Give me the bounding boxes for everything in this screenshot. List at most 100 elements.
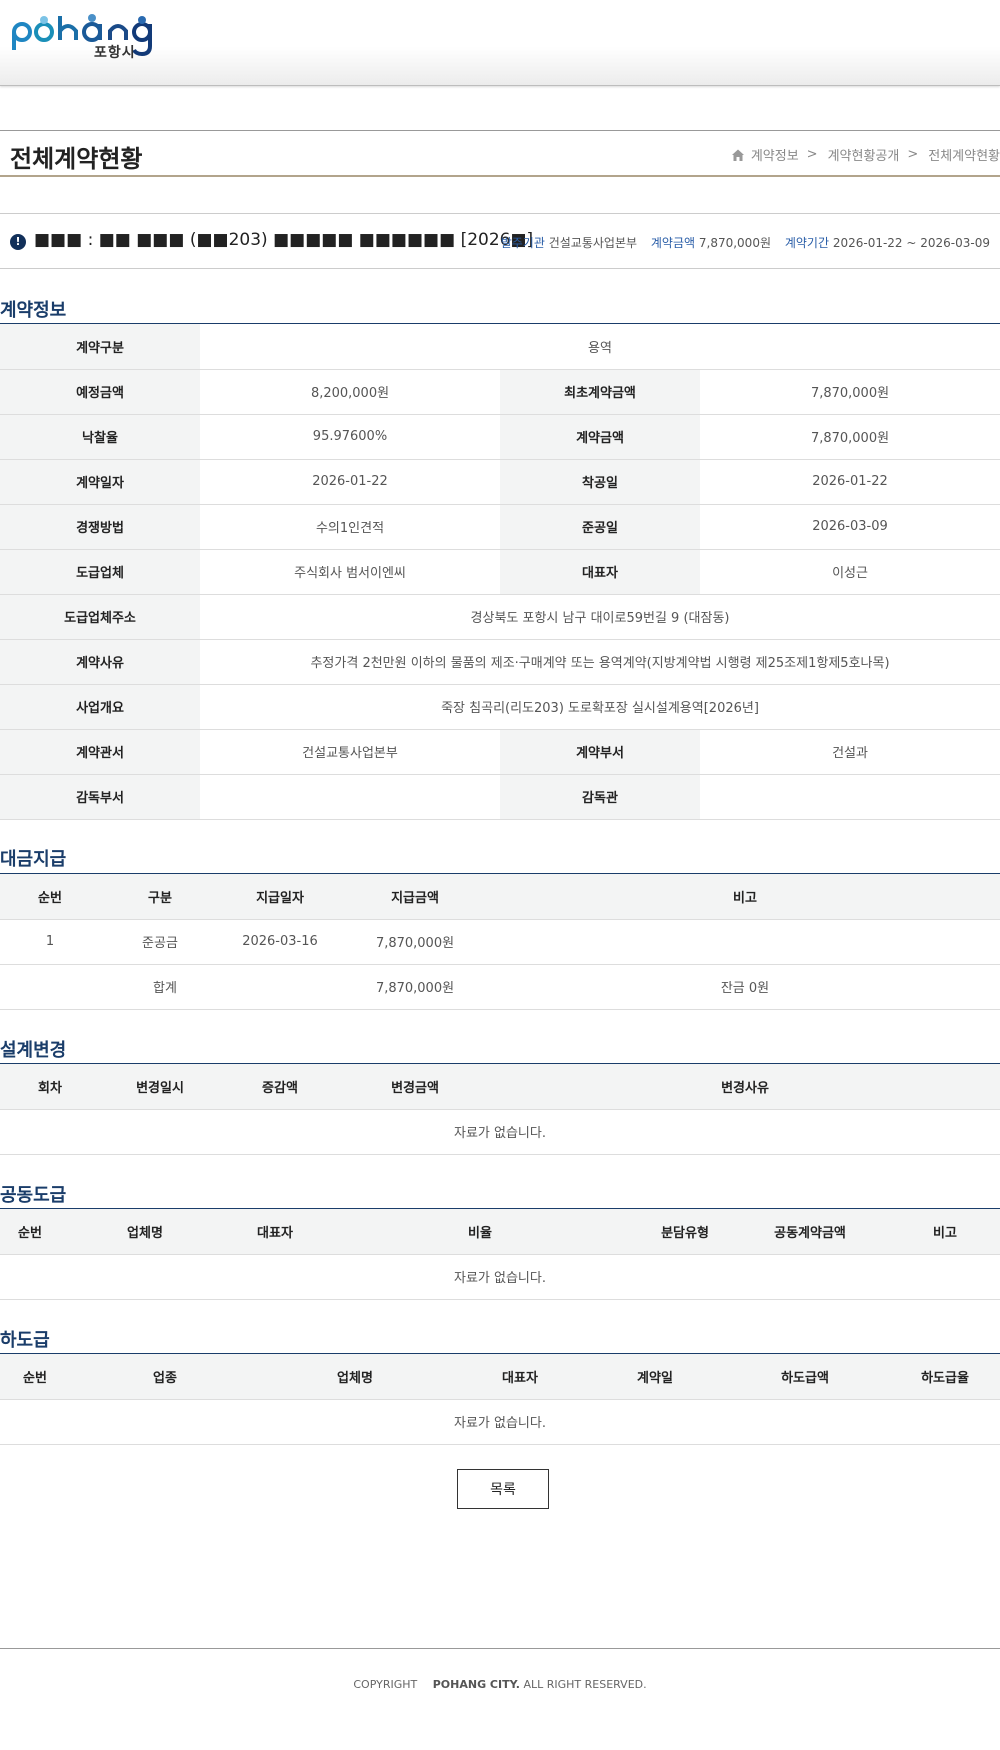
column-header: 변경금액	[340, 1064, 490, 1110]
column-header: 업체명	[60, 1209, 230, 1255]
site-footer: COPYRIGHT POHANG CITY. ALL RIGHT RESERVE…	[0, 1648, 1000, 1750]
column-header: 비고	[490, 874, 1000, 920]
period-value: 2026-01-22 ~ 2026-03-09	[832, 236, 990, 250]
field-value: 건설과	[700, 729, 1000, 775]
breadcrumb-item-all-contracts[interactable]: 전체계약현황	[928, 145, 1000, 164]
table-row: 예정금액 8,200,000원 최초계약금액 7,870,000원	[0, 369, 1000, 415]
section-title-design-change: 설계변경	[0, 1040, 67, 1061]
column-header: 분담유형	[640, 1209, 730, 1255]
field-value: 추정가격 2천만원 이하의 물품의 제조·구매계약 또는 용역계약(지방계약법 …	[200, 639, 1000, 685]
field-label: 도급업체주소	[0, 594, 200, 640]
field-value: 2026-03-09	[700, 504, 1000, 550]
table-cell	[490, 919, 1000, 965]
table-row: 계약일자 2026-01-22 착공일 2026-01-22	[0, 459, 1000, 505]
payment-table: 순번 구분 지급일자 지급금액 비고 1 준공금 2026-03-16 7,870,000원 합…	[0, 874, 1000, 1010]
footer-brand: POHANG CITY.	[432, 1678, 520, 1691]
exclamation-icon: !	[10, 234, 26, 250]
field-label: 계약구분	[0, 324, 200, 370]
table-cell	[220, 964, 340, 1010]
contract-info-table: 계약구분 용역 예정금액 8,200,000원 최초계약금액 7,870,000원 낙찰율 9…	[0, 324, 1000, 820]
field-value: 2026-01-22	[200, 459, 500, 505]
breadcrumb-item-contract-info[interactable]: 계약정보	[751, 145, 799, 164]
list-button[interactable]: 목록	[457, 1469, 549, 1509]
column-header: 회차	[0, 1064, 100, 1110]
table-row: 1 준공금 2026-03-16 7,870,000원	[0, 919, 1000, 965]
table-row: 도급업체주소 경상북도 포항시 남구 대이로59번길 9 (대잠동)	[0, 594, 1000, 640]
field-value: 죽장 침곡리(리도203) 도로확포장 실시설계용역[2026년]	[200, 684, 1000, 730]
column-header: 지급금액	[340, 874, 490, 920]
field-label: 계약관서	[0, 729, 200, 775]
column-header: 변경일시	[100, 1064, 220, 1110]
breadcrumb-item-contract-public[interactable]: 계약현황공개	[828, 145, 900, 164]
pohang-logo[interactable]: 포항시	[8, 6, 158, 61]
client-label: 발주기관	[500, 236, 545, 250]
table-row: 감독부서 감독관	[0, 774, 1000, 820]
column-header: 변경사유	[490, 1064, 1000, 1110]
field-value: 7,870,000원	[700, 369, 1000, 415]
amount-value: 7,870,000원	[698, 236, 771, 250]
column-header: 하도급율	[890, 1354, 1000, 1400]
breadcrumb-separator: >	[806, 147, 818, 162]
balance-note: 잔금 0원	[490, 964, 1000, 1010]
column-header: 업체명	[260, 1354, 450, 1400]
field-value	[200, 774, 500, 820]
field-value: 이성근	[700, 549, 1000, 595]
copyright-text: COPYRIGHT POHANG CITY. ALL RIGHT RESERVE…	[0, 1678, 1000, 1691]
table-row: 경쟁방법 수의1인견적 준공일 2026-03-09	[0, 504, 1000, 550]
footer-rights: ALL RIGHT RESERVED.	[523, 1678, 647, 1691]
field-label: 낙찰율	[0, 414, 200, 460]
field-label: 계약사유	[0, 639, 200, 685]
column-header: 순번	[0, 1209, 60, 1255]
table-row-empty: 자료가 없습니다.	[0, 1254, 1000, 1300]
field-label: 계약금액	[500, 414, 700, 460]
field-label: 계약부서	[500, 729, 700, 775]
column-header: 구분	[100, 874, 220, 920]
breadcrumb: 계약정보 > 계약현황공개 > 전체계약현황	[731, 145, 1000, 164]
column-header: 대표자	[450, 1354, 590, 1400]
contract-summary: ! ■■■ : ■■ ■■■ (■■203) ■■■■■ ■■■■■■ [202…	[0, 213, 1000, 269]
field-label: 예정금액	[0, 369, 200, 415]
field-label: 최초계약금액	[500, 369, 700, 415]
site-header: 포항시	[0, 0, 1000, 86]
table-row: 낙찰율 95.97600% 계약금액 7,870,000원	[0, 414, 1000, 460]
field-label: 사업개요	[0, 684, 200, 730]
field-label: 착공일	[500, 459, 700, 505]
column-header: 증감액	[220, 1064, 340, 1110]
amount-label: 계약금액	[650, 236, 696, 250]
column-header: 대표자	[230, 1209, 320, 1255]
table-cell: 1	[0, 919, 100, 965]
column-header: 공동계약금액	[730, 1209, 890, 1255]
page-title: 전체계약현황	[10, 145, 143, 173]
total-label: 합계	[0, 964, 220, 1010]
design-change-table: 회차 변경일시 증감액 변경금액 변경사유 자료가 없습니다.	[0, 1064, 1000, 1155]
field-value: 2026-01-22	[700, 459, 1000, 505]
field-value: 경상북도 포항시 남구 대이로59번길 9 (대잠동)	[200, 594, 1000, 640]
column-header: 비율	[320, 1209, 640, 1255]
section-title-contract-info: 계약정보	[0, 300, 67, 321]
field-label: 도급업체	[0, 549, 200, 595]
field-value: 7,870,000원	[700, 414, 1000, 460]
column-header: 순번	[0, 1354, 70, 1400]
field-value: 용역	[200, 324, 1000, 370]
field-value: 95.97600%	[200, 414, 500, 460]
column-header: 업종	[70, 1354, 260, 1400]
table-row-empty: 자료가 없습니다.	[0, 1399, 1000, 1445]
field-value: 8,200,000원	[200, 369, 500, 415]
column-header: 순번	[0, 874, 100, 920]
empty-message: 자료가 없습니다.	[0, 1399, 1000, 1445]
table-cell: 준공금	[100, 919, 220, 965]
field-value: 주식회사 범서이엔씨	[200, 549, 500, 595]
column-header: 하도급액	[720, 1354, 890, 1400]
total-amount: 7,870,000원	[340, 964, 490, 1010]
table-row: 계약구분 용역	[0, 324, 1000, 370]
summary-meta: 발주기관 건설교통사업본부 계약금액 7,870,000원 계약기간 2026-…	[491, 234, 990, 251]
column-header: 지급일자	[220, 874, 340, 920]
subcontract-table: 순번 업종 업체명 대표자 계약일 하도급액 하도급율 자료가 없습니다.	[0, 1354, 1000, 1445]
home-icon[interactable]	[731, 148, 745, 162]
breadcrumb-separator: >	[907, 147, 919, 162]
table-row: 계약관서 건설교통사업본부 계약부서 건설과	[0, 729, 1000, 775]
logo-subtitle: 포항시	[94, 45, 136, 61]
field-label: 경쟁방법	[0, 504, 200, 550]
field-label: 계약일자	[0, 459, 200, 505]
field-label: 대표자	[500, 549, 700, 595]
